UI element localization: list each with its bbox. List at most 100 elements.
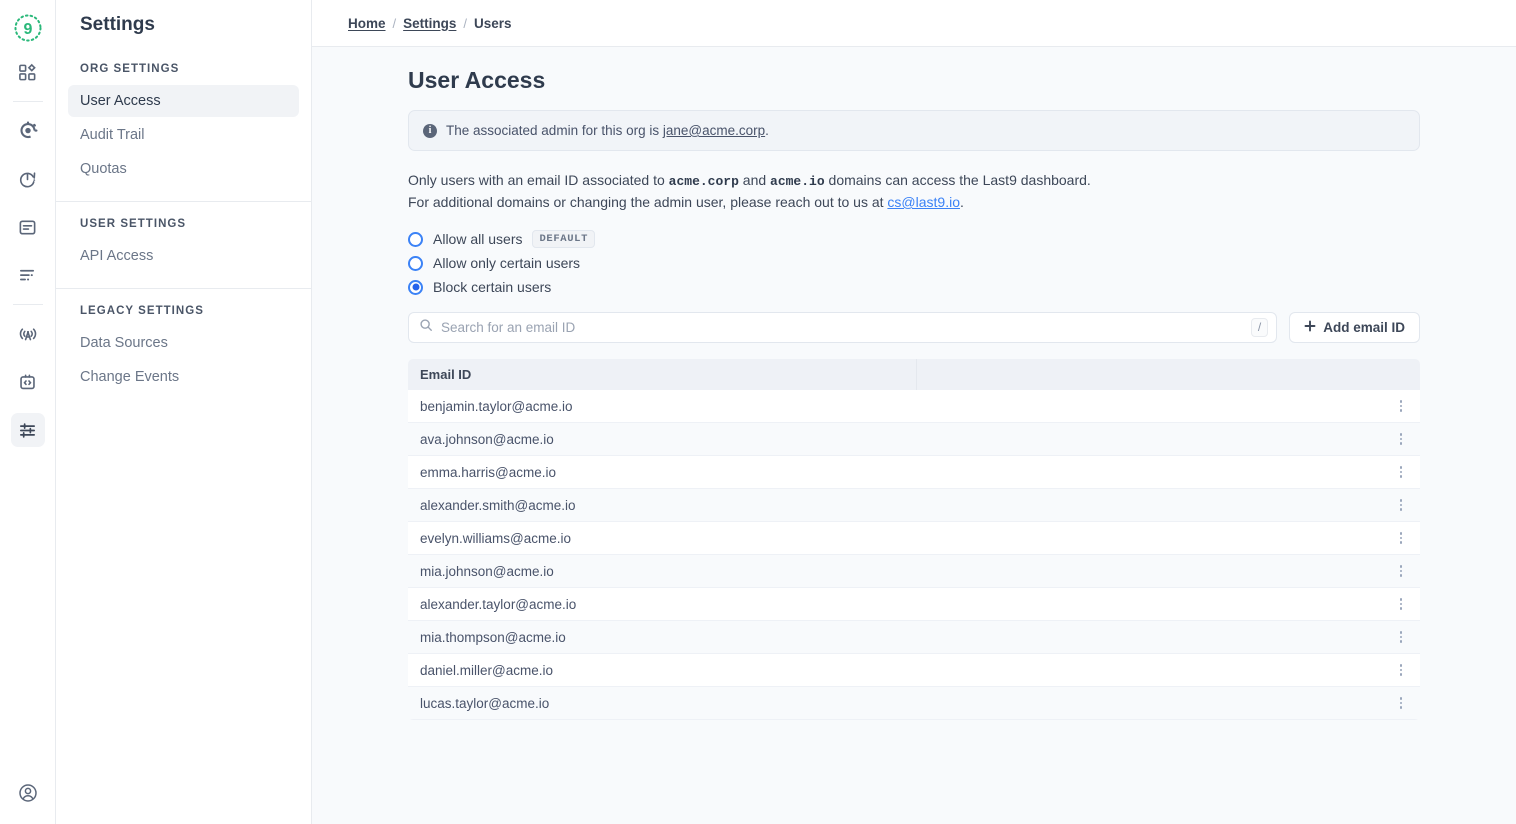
svg-text:9: 9 <box>23 21 32 38</box>
sidebar-item-user-access[interactable]: User Access <box>68 85 299 117</box>
telemetry-antenna-icon[interactable] <box>11 317 45 351</box>
support-email-link[interactable]: cs@last9.io <box>887 194 960 210</box>
table-row[interactable]: alexander.taylor@acme.io <box>408 588 1420 621</box>
more-vertical-icon[interactable] <box>1396 594 1407 614</box>
plus-icon <box>1304 320 1316 335</box>
table-row[interactable]: alexander.smith@acme.io <box>408 489 1420 522</box>
table-cell-email: emma.harris@acme.io <box>420 465 556 480</box>
table-row[interactable]: lucas.taylor@acme.io <box>408 687 1420 720</box>
sidebar-item-audit-trail[interactable]: Audit Trail <box>68 119 299 151</box>
search-box[interactable]: / <box>408 312 1277 343</box>
content-scroll: User Access i The associated admin for t… <box>312 47 1516 824</box>
settings-sidebar: Settings ORG SETTINGS User Access Audit … <box>56 0 312 824</box>
breadcrumb-separator: / <box>393 16 397 31</box>
table-row[interactable]: emma.harris@acme.io <box>408 456 1420 489</box>
table-cell-email: alexander.taylor@acme.io <box>420 597 576 612</box>
more-vertical-icon[interactable] <box>1396 528 1407 548</box>
more-vertical-icon[interactable] <box>1396 462 1407 482</box>
app-root: 9 <box>0 0 1516 824</box>
sidebar-section-user: USER SETTINGS API Access <box>56 201 311 288</box>
access-description: Only users with an email ID associated t… <box>408 170 1420 212</box>
rail-divider-1 <box>13 101 43 102</box>
last9-logo[interactable]: 9 <box>13 13 43 43</box>
sidebar-section-heading: LEGACY SETTINGS <box>68 303 299 327</box>
settings-sliders-icon[interactable] <box>11 413 45 447</box>
table-cell-email: mia.johnson@acme.io <box>420 564 554 579</box>
rail-divider-2 <box>13 304 43 305</box>
table-row[interactable]: ava.johnson@acme.io <box>408 423 1420 456</box>
main-area: Home / Settings / Users User Access i Th… <box>312 0 1516 824</box>
table-row[interactable]: mia.johnson@acme.io <box>408 555 1420 588</box>
traces-filter-icon[interactable] <box>11 258 45 292</box>
search-input[interactable] <box>441 320 1251 335</box>
sidebar-section-heading: ORG SETTINGS <box>68 61 299 85</box>
breadcrumb-users: Users <box>474 16 512 31</box>
domain-acme-io: acme.io <box>770 174 825 189</box>
sidebar-section-org: ORG SETTINGS User Access Audit Trail Quo… <box>56 47 311 201</box>
desc-text: Only users with an email ID associated t… <box>408 172 669 188</box>
table-body: benjamin.taylor@acme.io ava.johnson@acme… <box>408 390 1420 720</box>
column-header-email-id: Email ID <box>420 367 471 382</box>
integrations-chip-icon[interactable] <box>11 365 45 399</box>
icon-rail: 9 <box>0 0 56 824</box>
radio-circle-icon[interactable] <box>408 232 423 247</box>
table-row[interactable]: mia.thompson@acme.io <box>408 621 1420 654</box>
logs-document-icon[interactable] <box>11 210 45 244</box>
radio-option-allow-all[interactable]: Allow all users DEFAULT <box>408 227 1420 251</box>
more-vertical-icon[interactable] <box>1396 660 1407 680</box>
radio-option-allow-certain[interactable]: Allow only certain users <box>408 251 1420 275</box>
radio-circle-icon[interactable] <box>408 256 423 271</box>
table-cell-email: ava.johnson@acme.io <box>420 432 554 447</box>
table-cell-email: benjamin.taylor@acme.io <box>420 399 573 414</box>
info-banner-text: The associated admin for this org is jan… <box>446 123 769 138</box>
more-vertical-icon[interactable] <box>1396 429 1407 449</box>
more-vertical-icon[interactable] <box>1396 561 1407 581</box>
table-row[interactable]: daniel.miller@acme.io <box>408 654 1420 687</box>
search-icon <box>419 318 433 337</box>
table-toolbar: / Add email ID <box>408 312 1420 343</box>
sidebar-item-quotas[interactable]: Quotas <box>68 153 299 185</box>
radio-circle-icon[interactable] <box>408 280 423 295</box>
radio-label: Allow all users <box>433 231 522 247</box>
info-banner-prefix: The associated admin for this org is <box>446 123 663 138</box>
table-header-row: Email ID <box>408 359 1420 390</box>
column-divider <box>916 359 917 390</box>
table-cell-email: lucas.taylor@acme.io <box>420 696 549 711</box>
desc-text: . <box>960 194 964 210</box>
grafana-icon[interactable] <box>11 114 45 148</box>
sidebar-item-change-events[interactable]: Change Events <box>68 361 299 393</box>
table-row[interactable]: benjamin.taylor@acme.io <box>408 390 1420 423</box>
info-banner-suffix: . <box>765 123 769 138</box>
sidebar-item-api-access[interactable]: API Access <box>68 240 299 272</box>
table-cell-email: mia.thompson@acme.io <box>420 630 566 645</box>
default-badge: DEFAULT <box>532 230 595 248</box>
breadcrumb-settings[interactable]: Settings <box>403 16 456 31</box>
more-vertical-icon[interactable] <box>1396 693 1407 713</box>
info-circle-icon: i <box>423 124 437 138</box>
info-banner: i The associated admin for this org is j… <box>408 110 1420 151</box>
radio-option-block-certain[interactable]: Block certain users <box>408 275 1420 299</box>
search-shortcut-badge: / <box>1251 318 1268 337</box>
breadcrumb-home[interactable]: Home <box>348 16 386 31</box>
table-row[interactable]: evelyn.williams@acme.io <box>408 522 1420 555</box>
sidebar-title: Settings <box>56 0 311 47</box>
description-line-2: For additional domains or changing the a… <box>408 192 1420 212</box>
desc-text: and <box>739 172 770 188</box>
more-vertical-icon[interactable] <box>1396 627 1407 647</box>
breadcrumb-separator: / <box>463 16 467 31</box>
page-title: User Access <box>408 47 1420 110</box>
alerts-clock-icon[interactable] <box>11 162 45 196</box>
more-vertical-icon[interactable] <box>1396 396 1407 416</box>
table-cell-email: evelyn.williams@acme.io <box>420 531 571 546</box>
more-vertical-icon[interactable] <box>1396 495 1407 515</box>
desc-text: domains can access the Last9 dashboard. <box>825 172 1091 188</box>
access-options-group: Allow all users DEFAULT Allow only certa… <box>408 227 1420 299</box>
table-cell-email: daniel.miller@acme.io <box>420 663 553 678</box>
sidebar-item-data-sources[interactable]: Data Sources <box>68 327 299 359</box>
user-account-icon[interactable] <box>11 776 45 810</box>
add-email-button[interactable]: Add email ID <box>1289 312 1420 343</box>
admin-email-link[interactable]: jane@acme.corp <box>663 123 765 138</box>
email-table: Email ID benjamin.taylor@acme.io ava.joh… <box>408 359 1420 720</box>
desc-text: For additional domains or changing the a… <box>408 194 887 210</box>
dashboard-grid-icon[interactable] <box>11 55 45 89</box>
